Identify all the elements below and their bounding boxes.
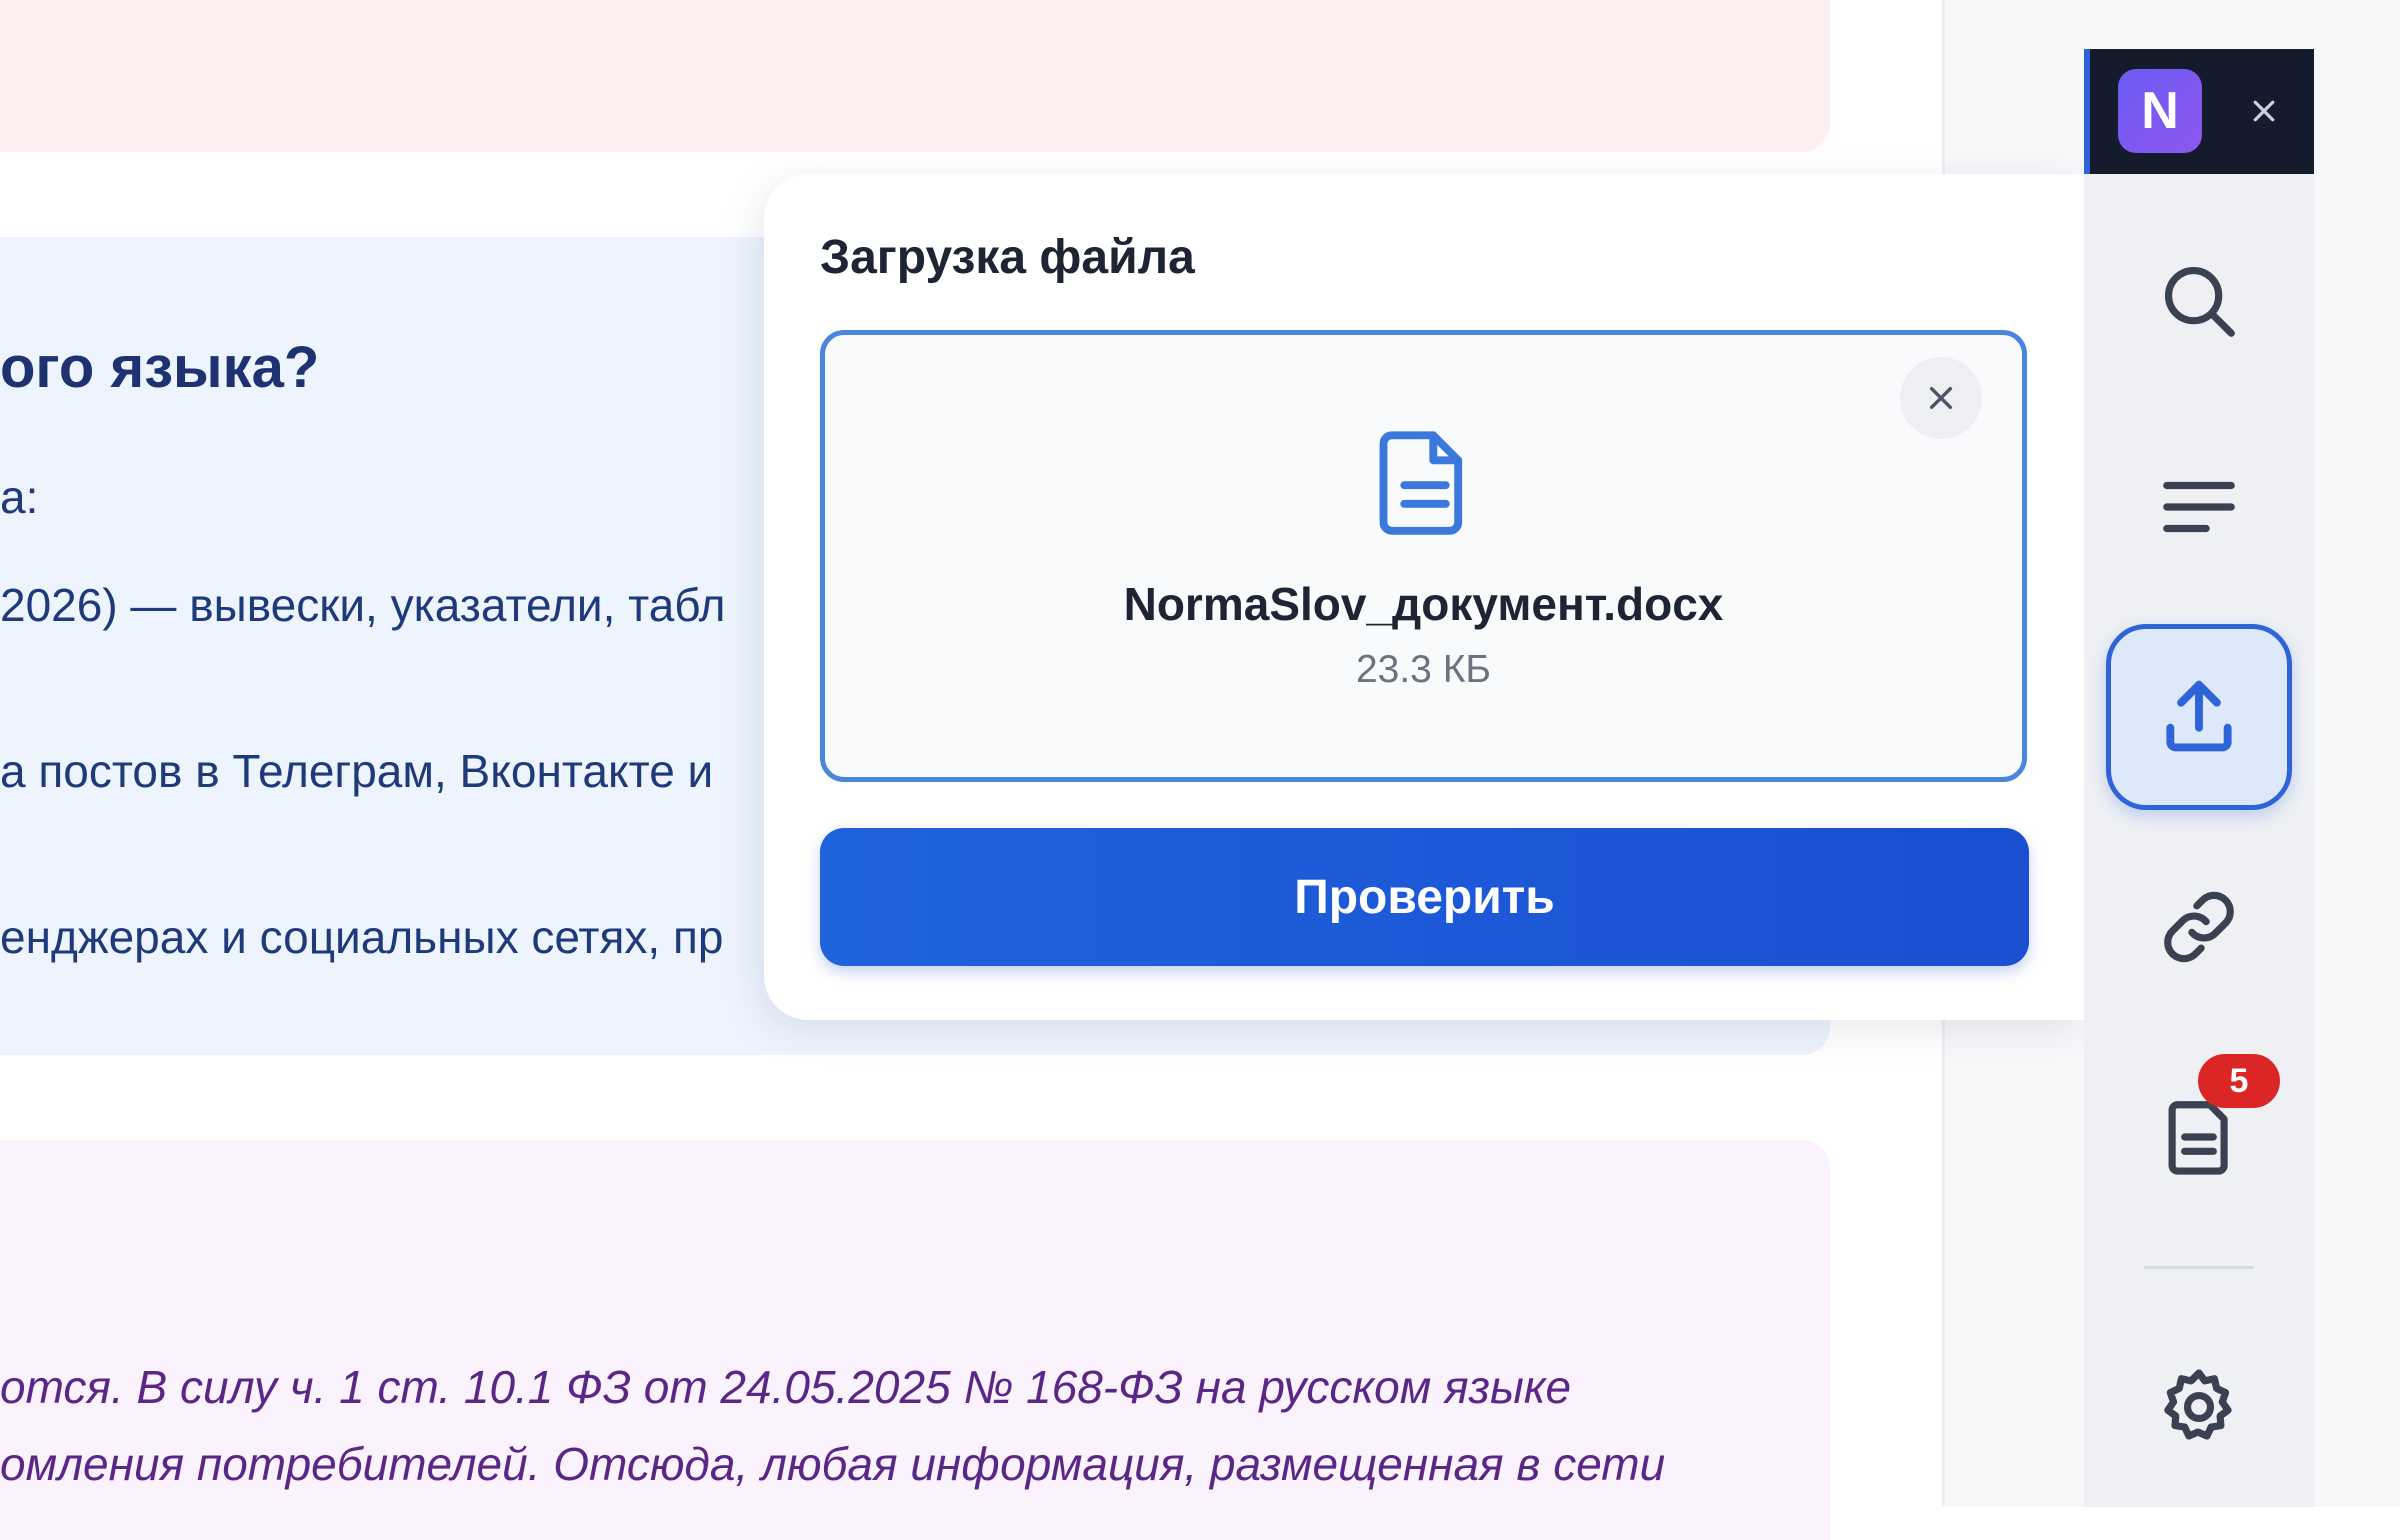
file-drop-zone[interactable]: NormaSlov_документ.docx 23.3 КБ	[820, 330, 2027, 782]
link-icon	[2164, 891, 2234, 963]
remove-file-button[interactable]	[1900, 357, 1982, 439]
italic-text-line: отся. В силу ч. 1 ст. 10.1 ФЗ от 24.05.2…	[0, 1361, 1572, 1413]
rail-link-button[interactable]	[2106, 834, 2292, 1020]
gear-icon	[2164, 1369, 2232, 1440]
extension-rail	[2084, 174, 2314, 1507]
card-text-line: 2026) — вывески, указатели, табл	[0, 579, 726, 631]
card-text-line: енджерах и социальных сетях, пр	[0, 911, 724, 963]
rail-upload-button[interactable]	[2106, 624, 2292, 810]
upload-icon	[2166, 680, 2232, 752]
card-heading: ого языка?	[0, 335, 320, 400]
document-icon	[1379, 431, 1463, 535]
rail-text-button[interactable]	[2106, 414, 2292, 600]
close-icon	[1929, 386, 1953, 410]
extension-logo[interactable]: N	[2118, 69, 2202, 153]
documents-count-badge: 5	[2198, 1054, 2280, 1108]
card-text-line: а:	[0, 471, 39, 523]
rail-settings-button[interactable]	[2106, 1314, 2292, 1500]
file-size: 23.3 КБ	[1355, 648, 1492, 691]
text-lines-icon	[2163, 481, 2235, 533]
card-text-line: а постов в Телеграм, Вконтакте и	[0, 745, 714, 797]
extension-header: N	[2084, 49, 2314, 174]
check-button[interactable]: Проверить	[820, 828, 2029, 966]
search-icon	[2164, 266, 2235, 337]
upload-popup: Загрузка файла NormaSlov_документ.docx 2…	[764, 174, 2084, 1020]
italic-text-line: омления потребителей. Отсюда, любая инфо…	[0, 1438, 1666, 1490]
pink-info-card	[0, 0, 1830, 152]
rail-search-button[interactable]	[2106, 208, 2292, 394]
file-name: NormaSlov_документ.docx	[1123, 578, 1724, 630]
rail-divider	[2144, 1266, 2254, 1269]
close-icon	[2253, 100, 2275, 122]
popup-title: Загрузка файла	[820, 231, 1195, 284]
close-extension-button[interactable]	[2240, 87, 2288, 135]
